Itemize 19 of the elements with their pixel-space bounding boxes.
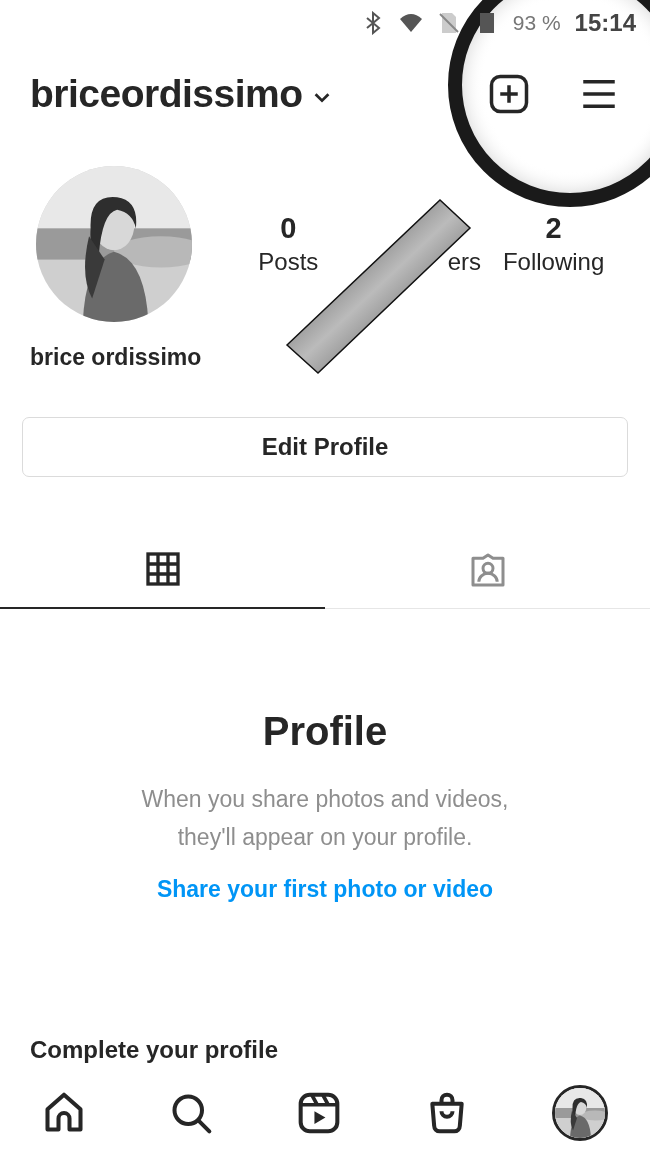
stat-label: Following (502, 248, 605, 276)
username[interactable]: briceordissimo (30, 72, 303, 116)
clock: 15:14 (574, 9, 636, 37)
edit-profile-button[interactable]: Edit Profile (22, 417, 628, 477)
profile-avatar[interactable] (552, 1085, 609, 1141)
battery-percentage: 93 % (512, 11, 561, 35)
no-sim-icon (436, 11, 461, 35)
reels-icon[interactable] (297, 1091, 341, 1135)
stat-count: 2 (545, 212, 562, 246)
stat-count: 0 (280, 212, 297, 246)
search-icon[interactable] (169, 1091, 214, 1135)
empty-state-message: When you share photos and videos, (141, 785, 509, 814)
section-heading: Complete your profile (30, 1036, 279, 1064)
add-icon[interactable] (488, 73, 530, 115)
empty-state-title: Profile (262, 709, 388, 754)
stat-label: ers (447, 248, 481, 276)
empty-state-message: they'll appear on your profile. (177, 823, 473, 852)
profile-name: brice ordissimo (29, 343, 203, 371)
stat-label: Posts (258, 248, 319, 276)
